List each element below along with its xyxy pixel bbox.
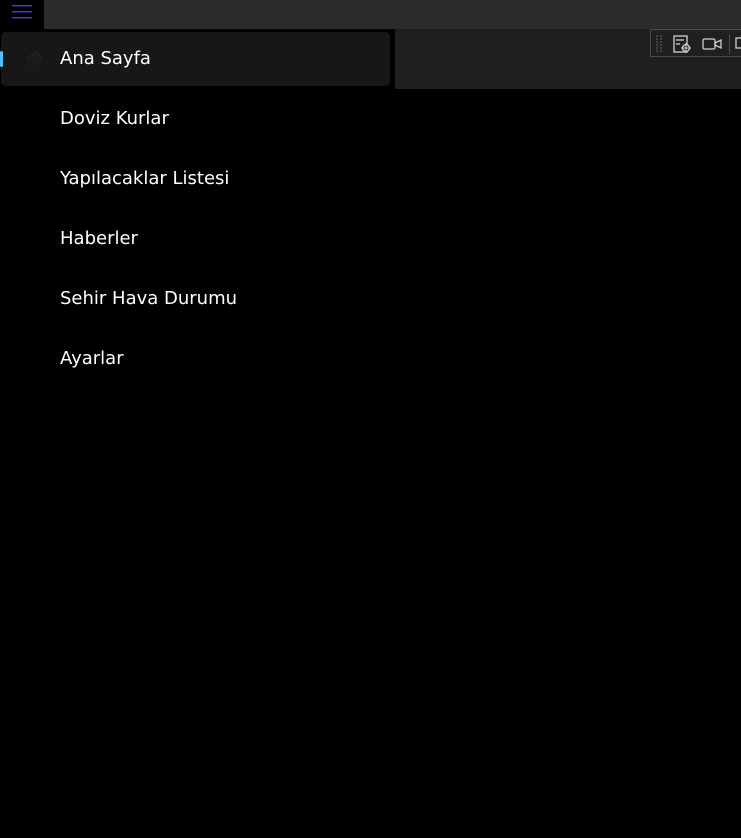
- selection-indicator: [0, 51, 3, 67]
- nav-item-sehir-hava-durumu[interactable]: Sehir Hava Durumu: [0, 269, 395, 329]
- nav-item-label: Ayarlar: [60, 348, 124, 369]
- drag-grip-icon[interactable]: [655, 34, 663, 54]
- hamburger-menu-icon: [12, 5, 32, 19]
- window-icon[interactable]: [735, 34, 741, 54]
- app-window: Ana Sayfa Doviz Kurlar Yapılacaklar List…: [0, 0, 741, 838]
- nav-item-label: Doviz Kurlar: [60, 108, 169, 129]
- video-camera-icon[interactable]: [701, 34, 723, 54]
- navigation-pane: Ana Sayfa Doviz Kurlar Yapılacaklar List…: [0, 29, 395, 838]
- home-icon: [25, 50, 45, 68]
- nav-item-label: Ana Sayfa: [60, 48, 151, 69]
- nav-item-label: Haberler: [60, 228, 138, 249]
- nav-item-doviz-kurlar[interactable]: Doviz Kurlar: [0, 89, 395, 149]
- nav-item-label: Yapılacaklar Listesi: [60, 168, 230, 189]
- debug-toolbar: [650, 29, 741, 57]
- toolbar-separator: [729, 34, 730, 54]
- nav-item-label: Sehir Hava Durumu: [60, 288, 238, 309]
- nav-item-ayarlar[interactable]: Ayarlar: [0, 329, 395, 389]
- nav-item-haberler[interactable]: Haberler: [0, 209, 395, 269]
- title-bar: [0, 0, 741, 29]
- menu-button[interactable]: [0, 0, 44, 29]
- select-element-icon[interactable]: [671, 34, 693, 54]
- nav-item-yapilacaklar-listesi[interactable]: Yapılacaklar Listesi: [0, 149, 395, 209]
- nav-item-ana-sayfa[interactable]: Ana Sayfa: [0, 29, 395, 89]
